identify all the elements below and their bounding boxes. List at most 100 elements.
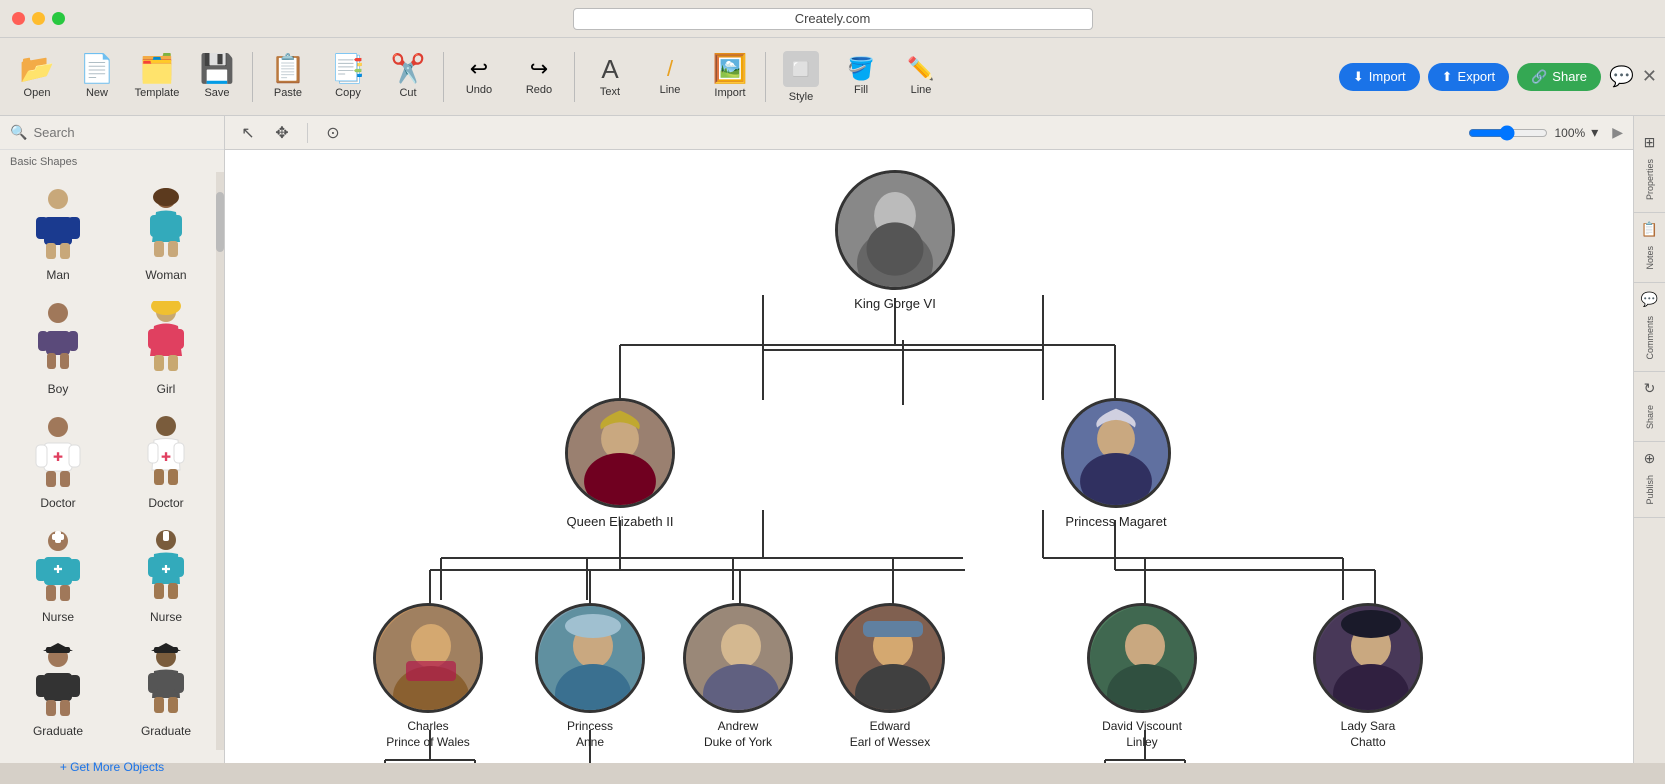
- paste-button[interactable]: 📋 Paste: [259, 43, 317, 111]
- sidebar-left: 🔍 Basic Shapes: [0, 116, 225, 763]
- new-button[interactable]: 📄 New: [68, 43, 126, 111]
- get-more-objects-button[interactable]: + Get More Objects: [0, 750, 224, 784]
- shape-doctor-f[interactable]: ✚ Doctor: [116, 408, 216, 514]
- shape-boy[interactable]: Boy: [8, 294, 108, 400]
- woman-icon: [131, 184, 201, 264]
- shape-doctor-m[interactable]: ✚ Doctor: [8, 408, 108, 514]
- text-button[interactable]: A Text: [581, 43, 639, 111]
- david-name: David ViscountLinley: [1102, 719, 1182, 750]
- node-margaret[interactable]: Princess Magaret: [1061, 398, 1171, 529]
- share-button[interactable]: 🔗 Share: [1517, 63, 1601, 91]
- main-area: 🔍 Basic Shapes: [0, 116, 1665, 763]
- shape-nurse-m[interactable]: ✚ Nurse: [8, 522, 108, 628]
- close-window-button[interactable]: [12, 12, 25, 25]
- share-icon: 🔗: [1531, 69, 1547, 85]
- shape-man[interactable]: Man: [8, 180, 108, 286]
- properties-label: Properties: [1645, 155, 1655, 204]
- notes-label: Notes: [1645, 242, 1655, 274]
- node-anne[interactable]: PrincessAnne: [535, 603, 645, 750]
- chat-icon-button[interactable]: 💬: [1609, 64, 1634, 89]
- toolbar-separator-2: [443, 52, 444, 102]
- line-style-icon: ✏️: [907, 58, 934, 80]
- template-icon: 🗂️: [140, 55, 175, 83]
- pan-tool-button[interactable]: ✥: [269, 120, 295, 146]
- shape-grad-m[interactable]: Graduate: [8, 636, 108, 742]
- grad-m-label: Graduate: [33, 724, 83, 738]
- node-king[interactable]: King Gorge VI: [835, 170, 955, 311]
- edward-circle: [835, 603, 945, 713]
- export-button[interactable]: ⬆ Export: [1428, 63, 1509, 91]
- target-tool-button[interactable]: ⊙: [320, 120, 346, 146]
- scrollbar-thumb[interactable]: [216, 192, 224, 252]
- andrew-circle: [683, 603, 793, 713]
- cut-button[interactable]: ✂️ Cut: [379, 43, 437, 111]
- sara-name: Lady SaraChatto: [1341, 719, 1396, 750]
- template-label: Template: [135, 87, 180, 99]
- king-circle: [835, 170, 955, 290]
- zoom-slider[interactable]: [1468, 125, 1548, 141]
- share-tab-label: Share: [1645, 401, 1655, 433]
- andrew-name: AndrewDuke of York: [704, 719, 772, 750]
- properties-tab[interactable]: ⊞ Properties: [1634, 126, 1665, 213]
- search-input[interactable]: [33, 125, 214, 140]
- style-button[interactable]: ⬜ Style: [772, 43, 830, 111]
- node-david[interactable]: David ViscountLinley: [1087, 603, 1197, 750]
- save-icon: 💾: [200, 55, 235, 83]
- elizabeth-circle: [565, 398, 675, 508]
- shape-grad-f[interactable]: Graduate: [116, 636, 216, 742]
- paste-label: Paste: [274, 87, 302, 99]
- address-bar[interactable]: Creately.com: [573, 8, 1093, 30]
- fill-button[interactable]: 🪣 Fill: [832, 43, 890, 111]
- node-elizabeth[interactable]: Queen Elizabeth II: [565, 398, 675, 529]
- publish-icon: ⊕: [1644, 450, 1656, 467]
- shape-woman[interactable]: Woman: [116, 180, 216, 286]
- node-edward[interactable]: EdwardEarl of Wessex: [835, 603, 945, 750]
- line-tool-button[interactable]: / Line: [641, 43, 699, 111]
- undo-button[interactable]: ↩ Undo: [450, 43, 508, 111]
- line-style-button[interactable]: ✏️ Line: [892, 43, 950, 111]
- open-button[interactable]: 📂 Open: [8, 43, 66, 111]
- share-tab[interactable]: ↻ Share: [1634, 372, 1665, 442]
- fill-icon: 🪣: [847, 58, 874, 80]
- nurse-f-label: Nurse: [150, 610, 182, 624]
- close-top-button[interactable]: ✕: [1642, 66, 1657, 87]
- margaret-circle: [1061, 398, 1171, 508]
- basic-shapes-label: Basic Shapes: [0, 150, 224, 172]
- king-name: King Gorge VI: [854, 296, 936, 311]
- toolbar-separator-4: [765, 52, 766, 102]
- collapse-right-sidebar[interactable]: ▶: [1612, 124, 1623, 141]
- template-button[interactable]: 🗂️ Template: [128, 43, 186, 111]
- grad-f-icon: [131, 640, 201, 720]
- import-button[interactable]: ⬇ Import: [1339, 63, 1420, 91]
- charles-circle: [373, 603, 483, 713]
- shape-girl[interactable]: Girl: [116, 294, 216, 400]
- node-charles[interactable]: CharlesPrince of Wales: [373, 603, 483, 750]
- grad-f-label: Graduate: [141, 724, 191, 738]
- girl-icon: [131, 298, 201, 378]
- share-btn-label: Share: [1552, 69, 1587, 84]
- redo-button[interactable]: ↪ Redo: [510, 43, 568, 111]
- style-label: Style: [789, 91, 813, 103]
- doctor-f-label: Doctor: [148, 496, 183, 510]
- save-button[interactable]: 💾 Save: [188, 43, 246, 111]
- maximize-window-button[interactable]: [52, 12, 65, 25]
- node-sara[interactable]: Lady SaraChatto: [1313, 603, 1423, 750]
- save-label: Save: [204, 87, 229, 99]
- shape-nurse-f[interactable]: ✚ Nurse: [116, 522, 216, 628]
- copy-button[interactable]: 📑 Copy: [319, 43, 377, 111]
- select-tool-button[interactable]: ↖: [235, 120, 261, 146]
- minimize-window-button[interactable]: [32, 12, 45, 25]
- canvas[interactable]: King Gorge VI: [225, 150, 1633, 763]
- open-label: Open: [24, 87, 51, 99]
- import-btn-label: Import: [1369, 69, 1406, 84]
- notes-tab[interactable]: 📋 Notes: [1634, 213, 1665, 283]
- export-btn-label: Export: [1458, 69, 1496, 84]
- import-tool-button[interactable]: 🖼️ Import: [701, 43, 759, 111]
- publish-tab[interactable]: ⊕ Publish: [1634, 442, 1665, 518]
- line-tool-label: Line: [660, 84, 681, 96]
- zoom-dropdown-icon[interactable]: ▾: [1591, 124, 1598, 141]
- node-andrew[interactable]: AndrewDuke of York: [683, 603, 793, 750]
- charles-name: CharlesPrince of Wales: [386, 719, 470, 750]
- toolbar-separator-3: [574, 52, 575, 102]
- comments-tab[interactable]: 💬 Comments: [1634, 283, 1665, 373]
